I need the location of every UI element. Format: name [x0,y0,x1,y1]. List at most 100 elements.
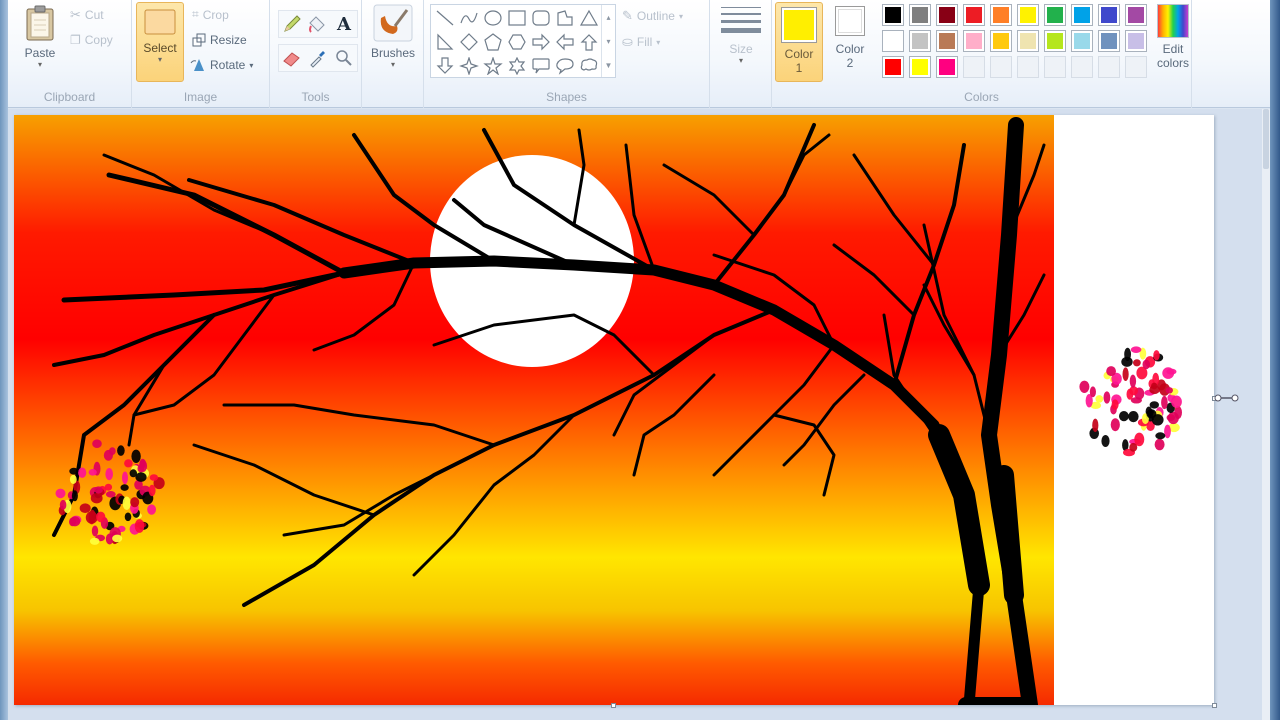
palette-swatch[interactable] [1098,4,1120,26]
fill-button[interactable]: ⛀ Fill ▾ [622,34,660,50]
size-dropdown-arrow[interactable]: ▾ [739,56,743,66]
palette-swatch[interactable] [909,56,931,78]
shape-cloud-callout[interactable] [577,55,601,77]
palette-swatch[interactable] [909,30,931,52]
palette-swatch[interactable] [909,4,931,26]
shape-six-point-star[interactable] [505,55,529,77]
cut-button[interactable]: ✂ Cut [70,7,104,23]
fill-tool[interactable] [306,13,330,35]
palette-swatch[interactable] [936,56,958,78]
blossom-dot [1111,399,1119,410]
pencil-tool[interactable] [280,13,304,35]
crop-label: Crop [202,7,229,22]
shape-hexagon[interactable] [505,31,529,53]
eraser-tool[interactable] [280,47,304,69]
swatch-color [1020,59,1036,75]
palette-swatch[interactable] [882,56,904,78]
gallery-scroll-up-icon[interactable]: ▴ [606,13,610,22]
palette-swatch-empty[interactable] [963,56,985,78]
outline-button[interactable]: ✎ Outline ▾ [622,8,683,24]
palette-swatch[interactable] [936,4,958,26]
color-picker-tool[interactable] [306,47,330,69]
blossom-dot [69,467,79,475]
palette-swatch[interactable] [963,30,985,52]
select-button[interactable]: Select ▾ [136,2,184,82]
scrollbar-thumb[interactable] [1263,109,1269,169]
canvas-resize-handle-corner[interactable] [1212,703,1217,708]
vertical-scrollbar[interactable] [1262,109,1270,720]
palette-swatch-empty[interactable] [1017,56,1039,78]
palette-swatch-empty[interactable] [990,56,1012,78]
brushes-dropdown-arrow[interactable]: ▾ [391,60,395,70]
palette-swatch[interactable] [1044,4,1066,26]
blossom-dot [1119,411,1129,422]
color2-button[interactable]: Color 2 [828,6,872,70]
paste-dropdown-arrow[interactable]: ▾ [38,60,42,70]
palette-swatch-empty[interactable] [1098,56,1120,78]
drawing-canvas[interactable] [14,115,1214,705]
color1-button[interactable]: Color 1 [775,2,823,82]
shape-pentagon[interactable] [481,31,505,53]
shape-diamond[interactable] [457,31,481,53]
shape-down-arrow[interactable] [433,55,457,77]
gallery-scroll-down-icon[interactable]: ▾ [606,37,610,46]
outline-dropdown-arrow[interactable]: ▾ [679,12,683,21]
shape-oval-callout[interactable] [553,55,577,77]
blossom-dot [104,483,113,491]
gallery-expand-icon[interactable]: ▼ [605,61,613,70]
select-dropdown-arrow[interactable]: ▾ [158,55,162,65]
palette-swatch[interactable] [1125,30,1147,52]
edit-colors-button[interactable]: Edit colors [1155,4,1191,70]
brushes-button[interactable]: Brushes ▾ [368,4,418,70]
text-tool[interactable]: A [332,13,356,35]
palette-swatch[interactable] [1071,4,1093,26]
swatch-color [912,59,928,75]
palette-swatch[interactable] [1017,4,1039,26]
shape-oval[interactable] [481,7,505,29]
resize-button[interactable]: Resize [192,33,247,47]
right-arrow-icon [532,33,550,51]
palette-swatch[interactable] [1125,4,1147,26]
palette-swatch[interactable] [1044,30,1066,52]
copy-button[interactable]: ❐ Copy [70,33,113,47]
shape-up-arrow[interactable] [577,31,601,53]
swatch-color [993,33,1009,49]
shape-curve[interactable] [457,7,481,29]
shape-right-arrow[interactable] [529,31,553,53]
shape-four-point-star[interactable] [457,55,481,77]
rotate-dropdown-arrow[interactable]: ▾ [249,61,253,70]
scissors-icon: ✂ [70,7,81,22]
swatch-color [1128,7,1144,23]
palette-swatch[interactable] [882,4,904,26]
shape-polygon[interactable] [553,7,577,29]
palette-swatch[interactable] [1017,30,1039,52]
palette-swatch[interactable] [1098,30,1120,52]
canvas-resize-handle-bottom[interactable] [611,703,616,708]
palette-swatch-empty[interactable] [1125,56,1147,78]
shape-rounded-rectangular-callout[interactable] [529,55,553,77]
shape-triangle[interactable] [577,7,601,29]
shape-rounded-rectangle[interactable] [529,7,553,29]
palette-swatch[interactable] [990,30,1012,52]
shape-line[interactable] [433,7,457,29]
palette-swatch[interactable] [882,30,904,52]
shape-five-point-star[interactable] [481,55,505,77]
palette-swatch[interactable] [936,30,958,52]
rotate-button[interactable]: Rotate ▾ [190,58,253,72]
fill-dropdown-arrow[interactable]: ▾ [656,38,660,47]
shape-rectangle[interactable] [505,7,529,29]
palette-swatch[interactable] [963,4,985,26]
size-button[interactable]: Size ▾ [718,4,764,66]
paste-button[interactable]: Paste ▾ [18,4,62,70]
magnifier-tool[interactable] [332,47,356,69]
tools-group-label: Tools [301,90,330,104]
shape-left-arrow[interactable] [553,31,577,53]
shape-right-triangle[interactable] [433,31,457,53]
palette-swatch-empty[interactable] [1071,56,1093,78]
copy-label: Copy [84,33,113,47]
palette-swatch[interactable] [1071,30,1093,52]
shapes-gallery-scroll[interactable]: ▴ ▾ ▼ [601,5,615,77]
palette-swatch[interactable] [990,4,1012,26]
crop-button[interactable]: ⌗ Crop [192,7,229,22]
palette-swatch-empty[interactable] [1044,56,1066,78]
